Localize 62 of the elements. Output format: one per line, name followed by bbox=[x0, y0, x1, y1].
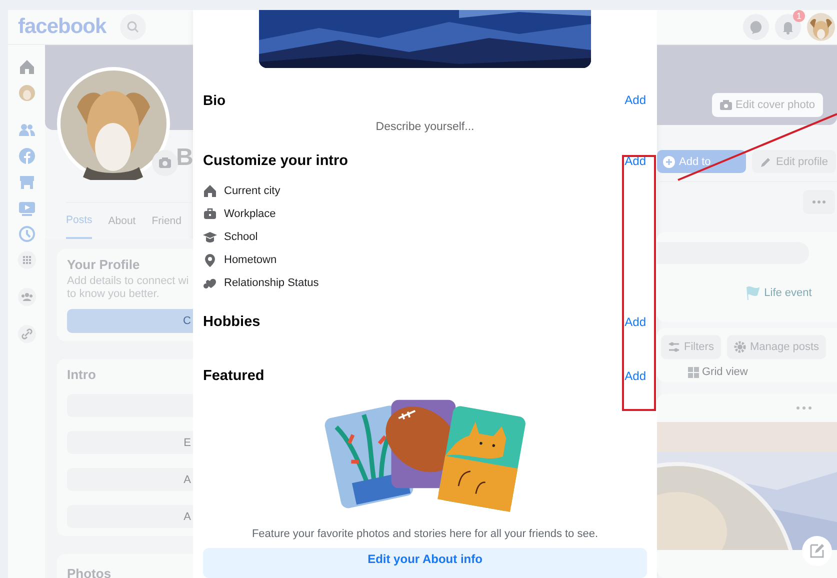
filters-button[interactable]: Filters bbox=[661, 335, 721, 359]
more-icon[interactable] bbox=[803, 190, 835, 214]
link-icon[interactable] bbox=[18, 325, 36, 343]
card-title: Photos bbox=[67, 566, 112, 578]
add-link[interactable]: Add bbox=[624, 154, 646, 168]
edit-cover-button[interactable]: Edit cover photo bbox=[712, 93, 823, 117]
edit-about-button[interactable]: Edit your About info bbox=[203, 548, 647, 578]
card-title: Intro bbox=[67, 367, 97, 382]
location-pin-icon bbox=[203, 252, 217, 266]
house-icon bbox=[203, 184, 217, 198]
profile-name: B bbox=[176, 144, 193, 172]
card-title: Your Profile bbox=[67, 257, 141, 272]
more-icon[interactable] bbox=[795, 404, 813, 412]
home-icon[interactable] bbox=[18, 58, 36, 76]
add-link[interactable]: Add bbox=[624, 315, 646, 329]
section-title: Customize your intro bbox=[203, 153, 348, 169]
store-icon[interactable] bbox=[18, 173, 36, 191]
gear-icon bbox=[734, 341, 746, 353]
profile-tab[interactable]: About bbox=[108, 204, 136, 238]
messenger-icon[interactable] bbox=[743, 14, 769, 40]
notification-badge: 1 bbox=[793, 10, 805, 22]
briefcase-icon bbox=[203, 206, 217, 220]
intro-item[interactable]: Relationship Status bbox=[224, 276, 319, 288]
groups-icon[interactable] bbox=[18, 288, 36, 306]
camera-icon[interactable] bbox=[152, 150, 178, 176]
people-icon[interactable] bbox=[18, 121, 36, 139]
pencil-icon bbox=[760, 156, 772, 168]
video-icon[interactable] bbox=[18, 199, 36, 217]
search-icon[interactable] bbox=[120, 14, 146, 40]
grid-icon bbox=[688, 366, 699, 378]
section-title: Bio bbox=[203, 92, 226, 108]
manage-posts-button[interactable]: Manage posts bbox=[726, 335, 826, 359]
flag-icon bbox=[744, 285, 760, 301]
post-field[interactable] bbox=[657, 242, 809, 264]
add-story-button[interactable]: Add to bbox=[657, 150, 746, 173]
edit-profile-button[interactable]: Edit profile bbox=[752, 150, 836, 173]
grid-view-tab[interactable]: Grid view bbox=[688, 366, 748, 378]
intro-item[interactable]: Current city bbox=[224, 184, 280, 196]
camera-icon bbox=[720, 100, 732, 110]
life-event-button[interactable]: Life event bbox=[738, 284, 818, 302]
grid-icon[interactable] bbox=[18, 251, 36, 269]
featured-caption: Feature your favorite photos and stories here for all your friends to see. bbox=[250, 528, 600, 540]
plus-icon bbox=[663, 156, 675, 168]
intro-item[interactable]: School bbox=[224, 230, 258, 242]
bio-prompt[interactable]: Describe yourself... bbox=[376, 121, 474, 133]
add-link[interactable]: Add bbox=[624, 93, 646, 107]
intro-button[interactable]: E bbox=[67, 431, 193, 454]
intro-item[interactable]: Hometown bbox=[224, 254, 277, 266]
compose-icon[interactable] bbox=[802, 536, 832, 566]
section-title: Featured bbox=[203, 368, 264, 384]
facebook-icon[interactable] bbox=[18, 147, 36, 165]
profile-button[interactable]: C bbox=[67, 309, 193, 333]
graduation-cap-icon bbox=[203, 230, 217, 244]
add-link[interactable]: Add bbox=[624, 369, 646, 383]
profile-tab[interactable]: Friend bbox=[152, 204, 182, 238]
clock-icon[interactable] bbox=[18, 225, 36, 243]
section-title: Hobbies bbox=[203, 314, 260, 330]
intro-button[interactable]: A bbox=[67, 468, 193, 491]
sliders-icon bbox=[668, 341, 680, 353]
bell-icon[interactable] bbox=[775, 14, 801, 40]
intro-item[interactable]: Workplace bbox=[224, 208, 276, 220]
intro-button[interactable]: A bbox=[67, 505, 193, 528]
